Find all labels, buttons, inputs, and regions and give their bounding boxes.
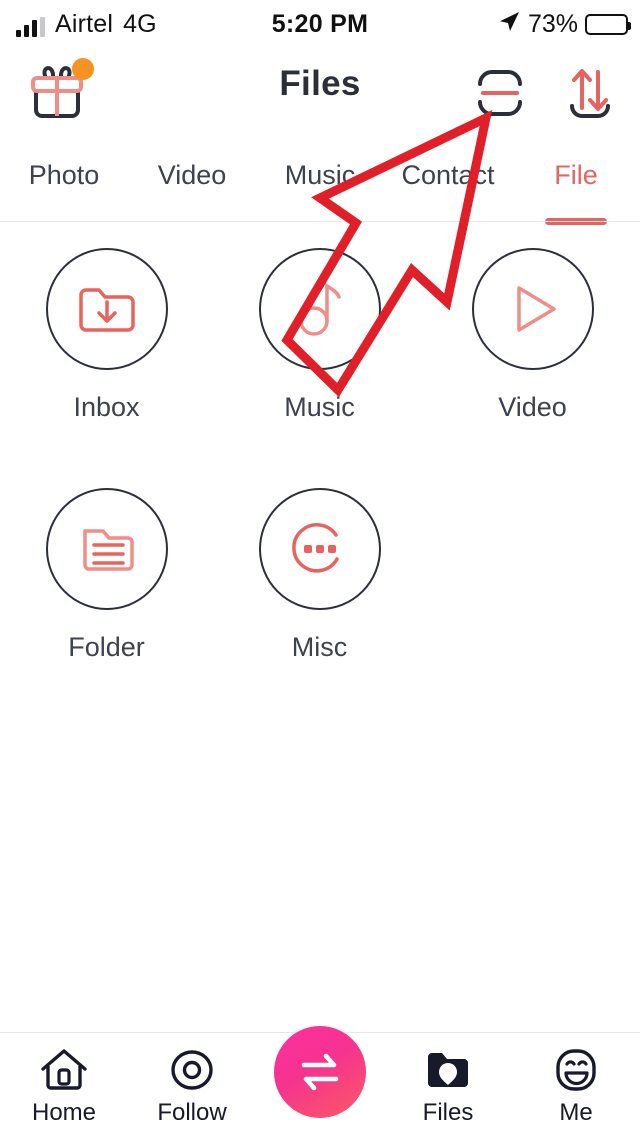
grid-item-misc[interactable]: Misc xyxy=(213,488,426,728)
play-triangle-icon xyxy=(516,286,556,332)
nav-item-me-label: Me xyxy=(559,1099,593,1126)
tab-photo-label: Photo xyxy=(28,160,100,190)
tab-photo[interactable]: Photo xyxy=(0,138,128,222)
more-dots-circle-icon xyxy=(291,523,339,573)
transfer-arrows-icon xyxy=(570,69,610,118)
bottom-navigation: Home Follow Files Me xyxy=(0,1026,640,1136)
nav-item-home-label: Home xyxy=(31,1099,97,1126)
scan-code-button[interactable] xyxy=(470,62,530,124)
transfer-fab-button[interactable] xyxy=(274,1026,366,1118)
scan-code-icon xyxy=(478,70,522,116)
transfer-exchange-icon xyxy=(301,1053,339,1091)
grid-item-video[interactable]: Video xyxy=(426,248,639,488)
tab-video-label: Video xyxy=(157,160,227,190)
tab-file-label: File xyxy=(554,160,598,190)
nav-item-files[interactable]: Files xyxy=(384,1033,512,1136)
music-icon-circle xyxy=(258,248,381,370)
grid-item-inbox[interactable]: Inbox xyxy=(0,248,213,488)
location-arrow-icon xyxy=(497,10,521,39)
tab-music-label: Music xyxy=(284,160,356,190)
grid-item-music-label: Music xyxy=(284,392,355,422)
grid-item-folder-label: Folder xyxy=(68,632,145,662)
music-note-icon xyxy=(298,282,341,336)
transfer-button[interactable] xyxy=(560,62,620,124)
home-icon xyxy=(38,1047,90,1093)
status-bar-right: 73% xyxy=(497,10,631,39)
tab-contact-label: Contact xyxy=(401,160,495,190)
app-screen: Airtel 4G 5:20 PM 73% Files Photo Video … xyxy=(0,0,640,1136)
tab-file[interactable]: File xyxy=(512,138,640,225)
status-bar: Airtel 4G 5:20 PM 73% xyxy=(0,0,640,48)
grid-item-video-label: Video xyxy=(498,392,567,422)
folder-lines-icon xyxy=(82,529,134,571)
nav-item-follow[interactable]: Follow xyxy=(128,1033,256,1136)
tab-video[interactable]: Video xyxy=(128,138,256,222)
folder-filled-icon xyxy=(423,1047,473,1093)
page-title: Files xyxy=(279,64,361,103)
nav-item-home[interactable]: Home xyxy=(0,1033,128,1136)
tab-contact[interactable]: Contact xyxy=(384,138,512,222)
radar-circle-icon xyxy=(167,1047,217,1093)
grid-item-inbox-label: Inbox xyxy=(73,392,140,422)
nav-item-me[interactable]: Me xyxy=(512,1033,640,1136)
smiley-face-icon xyxy=(551,1047,601,1093)
tabs-divider xyxy=(0,221,640,222)
category-tabs: Photo Video Music Contact File xyxy=(0,138,640,225)
folder-download-icon xyxy=(78,288,135,332)
misc-icon-circle xyxy=(258,488,381,610)
folder-icon-circle xyxy=(45,488,168,610)
app-header: Files xyxy=(0,48,640,138)
grid-item-folder[interactable]: Folder xyxy=(0,488,213,728)
grid-item-misc-label: Misc xyxy=(291,632,348,662)
nav-item-follow-label: Follow xyxy=(157,1099,227,1126)
tab-music[interactable]: Music xyxy=(256,138,384,222)
grid-item-music[interactable]: Music xyxy=(213,248,426,488)
video-icon-circle xyxy=(471,248,594,370)
battery-icon xyxy=(585,13,631,35)
battery-percent: 73% xyxy=(527,10,578,38)
nav-item-files-label: Files xyxy=(422,1099,474,1126)
file-category-grid: Inbox Music Video Folder Misc xyxy=(0,248,640,728)
inbox-icon-circle xyxy=(45,248,168,370)
